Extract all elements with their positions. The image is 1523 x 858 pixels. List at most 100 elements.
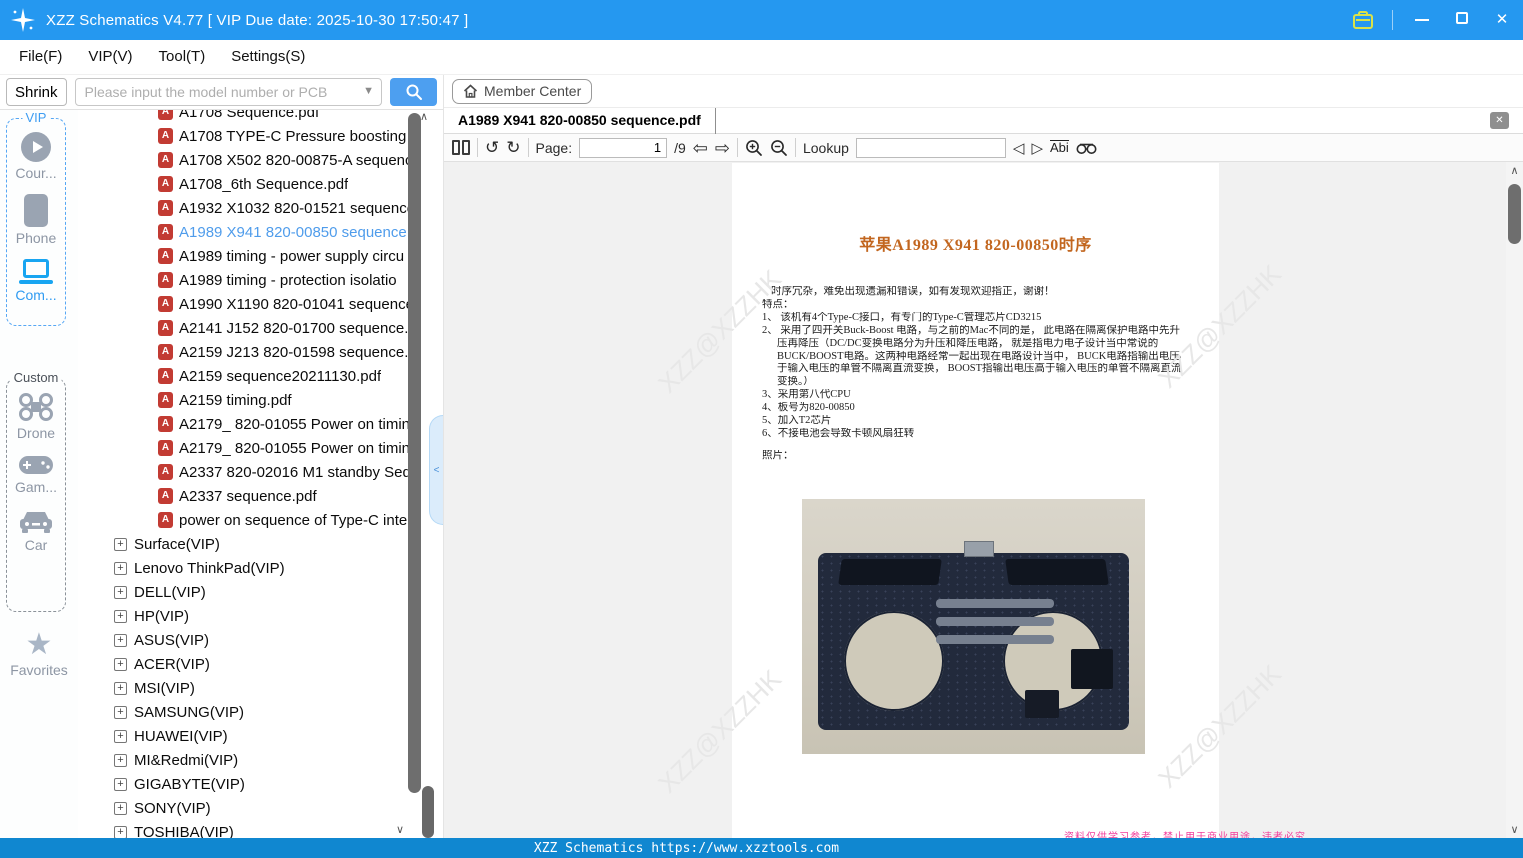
expand-plus-icon[interactable]: + (114, 801, 127, 815)
menu-item[interactable]: VIP(V) (75, 40, 145, 74)
tree-file-row[interactable]: A A2159 sequence20211130.pdf (78, 364, 423, 388)
tree-file-row[interactable]: A A2337 sequence.pdf (78, 484, 423, 508)
panel-collapse-handle[interactable]: < (429, 415, 443, 525)
logic-board-photo (802, 499, 1145, 754)
tree-folder-row[interactable]: + SONY(VIP) (78, 796, 423, 820)
tree-folder-row[interactable]: + MI&Redmi(VIP) (78, 748, 423, 772)
zoom-in-icon[interactable] (745, 139, 763, 157)
pdf-file-icon: A (158, 512, 173, 528)
sidebar-item-favorites[interactable]: ★ Favorites (0, 630, 78, 679)
member-center-button[interactable]: Member Center (452, 78, 593, 104)
menu-item[interactable]: Tool(T) (146, 40, 219, 74)
previous-page-icon[interactable]: ⇦ (693, 139, 708, 157)
sidebar-item-car[interactable]: Car (7, 508, 65, 553)
rotate-right-icon[interactable]: ↻ (506, 139, 520, 156)
viewer-scrollbar[interactable]: ∧ ∨ (1506, 162, 1523, 838)
tree-file-row[interactable]: A A1989 X941 820-00850 sequence.p (78, 220, 423, 244)
tree-file-row[interactable]: A A2159 J213 820-01598 sequence.p (78, 340, 423, 364)
close-button[interactable]: ✕ (1491, 0, 1513, 40)
expand-plus-icon[interactable]: + (114, 561, 127, 575)
expand-plus-icon[interactable]: + (114, 681, 127, 695)
expand-plus-icon[interactable]: + (114, 705, 127, 719)
custom-group-label: Custom (10, 370, 62, 385)
menu-item[interactable]: Settings(S) (218, 40, 318, 74)
tree-file-row[interactable]: A power on sequence of Type-C inte (78, 508, 423, 532)
match-case-toggle[interactable]: Abi (1050, 140, 1069, 155)
expand-plus-icon[interactable]: + (114, 729, 127, 743)
tree-folder-row[interactable]: + SAMSUNG(VIP) (78, 700, 423, 724)
tree-file-row[interactable]: A A1989 timing - power supply circu (78, 244, 423, 268)
sidebar-item-course[interactable]: Cour... (7, 132, 65, 181)
pdf-text-line: 2、 采用了四开关Buck-Boost 电路，与之前的Mac不同的是， 此电路在… (762, 324, 1180, 336)
home-icon (463, 83, 478, 98)
expand-plus-icon[interactable]: + (114, 777, 127, 791)
briefcase-icon[interactable] (1352, 10, 1374, 30)
expand-plus-icon[interactable]: + (114, 753, 127, 767)
tree-folder-row[interactable]: + ACER(VIP) (78, 652, 423, 676)
tree-folder-row[interactable]: + HP(VIP) (78, 604, 423, 628)
sidebar-item-computer[interactable]: Com... (7, 259, 65, 303)
lookup-label: Lookup (802, 139, 849, 156)
sidebar: VIP Cour... Phone Com... Custom Drone Ga… (0, 110, 78, 838)
tree-scroll-up-icon[interactable]: ∧ (420, 110, 428, 123)
expand-plus-icon[interactable]: + (114, 633, 127, 647)
close-tab-icon[interactable]: ✕ (1487, 109, 1509, 129)
tree-file-row[interactable]: A A1708 Sequence.pdf (78, 110, 423, 124)
binoculars-icon[interactable] (1076, 140, 1097, 155)
lookup-input[interactable] (855, 137, 1006, 158)
tree-file-row[interactable]: A A2179_ 820-01055 Power on timin (78, 436, 423, 460)
rotate-left-icon[interactable]: ↺ (485, 139, 499, 156)
tree-file-row[interactable]: A A2179_ 820-01055 Power on timin (78, 412, 423, 436)
expand-plus-icon[interactable]: + (114, 657, 127, 671)
scroll-down-icon[interactable]: ∨ (1506, 823, 1523, 836)
sidebar-item-game[interactable]: Gam... (7, 454, 65, 495)
expand-plus-icon[interactable]: + (114, 537, 127, 551)
tree-file-row[interactable]: A A2159 timing.pdf (78, 388, 423, 412)
tree-folder-row[interactable]: + DELL(VIP) (78, 580, 423, 604)
minimize-button[interactable] (1411, 0, 1433, 40)
document-tab[interactable]: A1989 X941 820-00850 sequence.pdf (444, 107, 716, 134)
tree-file-row[interactable]: A A1932 X1032 820-01521 sequence. (78, 196, 423, 220)
model-search-input[interactable] (74, 78, 382, 106)
scroll-up-icon[interactable]: ∧ (1506, 164, 1523, 177)
shrink-button[interactable]: Shrink (6, 78, 67, 106)
zoom-out-icon[interactable] (770, 139, 788, 157)
pdf-file-icon: A (158, 272, 173, 288)
find-previous-icon[interactable]: ◁ (1013, 139, 1025, 157)
window-title: XZZ Schematics V4.77 [ VIP Due date: 202… (46, 11, 469, 29)
tree-folder-row[interactable]: + HUAWEI(VIP) (78, 724, 423, 748)
menu-item[interactable]: File(F) (6, 40, 75, 74)
sidebar-item-drone[interactable]: Drone (7, 392, 65, 441)
tree-scrollbar-thumb[interactable] (408, 113, 421, 793)
pdf-file-icon: A (158, 320, 173, 336)
expand-plus-icon[interactable]: + (114, 609, 127, 623)
tree-file-row[interactable]: A A1990 X1190 820-01041 sequence. (78, 292, 423, 316)
tree-file-row[interactable]: A A2337 820-02016 M1 standby Sequ (78, 460, 423, 484)
expand-plus-icon[interactable]: + (114, 585, 127, 599)
two-page-view-icon[interactable] (452, 140, 470, 155)
titlebar-separator (1392, 10, 1393, 30)
logic-board (818, 541, 1129, 730)
tree-scrollbar-thumb-secondary[interactable] (422, 786, 434, 838)
tree-folder-row[interactable]: + Lenovo ThinkPad(VIP) (78, 556, 423, 580)
expand-plus-icon[interactable]: + (114, 825, 127, 838)
page-number-input[interactable] (579, 137, 668, 158)
maximize-button[interactable] (1451, 0, 1473, 40)
sidebar-item-phone[interactable]: Phone (7, 194, 65, 246)
search-button[interactable] (390, 78, 437, 106)
tree-folder-row[interactable]: + ASUS(VIP) (78, 628, 423, 652)
find-next-icon[interactable]: ▷ (1031, 139, 1043, 157)
tree-folder-row[interactable]: + Surface(VIP) (78, 532, 423, 556)
tree-folder-row[interactable]: + MSI(VIP) (78, 676, 423, 700)
tree-file-row[interactable]: A A2141 J152 820-01700 sequence.p (78, 316, 423, 340)
next-page-icon[interactable]: ⇨ (715, 139, 730, 157)
tree-file-row[interactable]: A A1708_6th Sequence.pdf (78, 172, 423, 196)
viewer-scrollbar-thumb[interactable] (1508, 184, 1521, 244)
tree-scroll-down-icon[interactable]: ∨ (396, 823, 404, 836)
tree-file-row[interactable]: A A1708 X502 820-00875-A sequenc (78, 148, 423, 172)
tree-folder-row[interactable]: + GIGABYTE(VIP) (78, 772, 423, 796)
tree-folder-row[interactable]: + TOSHIBA(VIP) (78, 820, 423, 838)
chevron-down-icon[interactable]: ▼ (363, 85, 374, 97)
tree-file-row[interactable]: A A1708 TYPE-C Pressure boosting p (78, 124, 423, 148)
tree-file-row[interactable]: A A1989 timing - protection isolatio (78, 268, 423, 292)
